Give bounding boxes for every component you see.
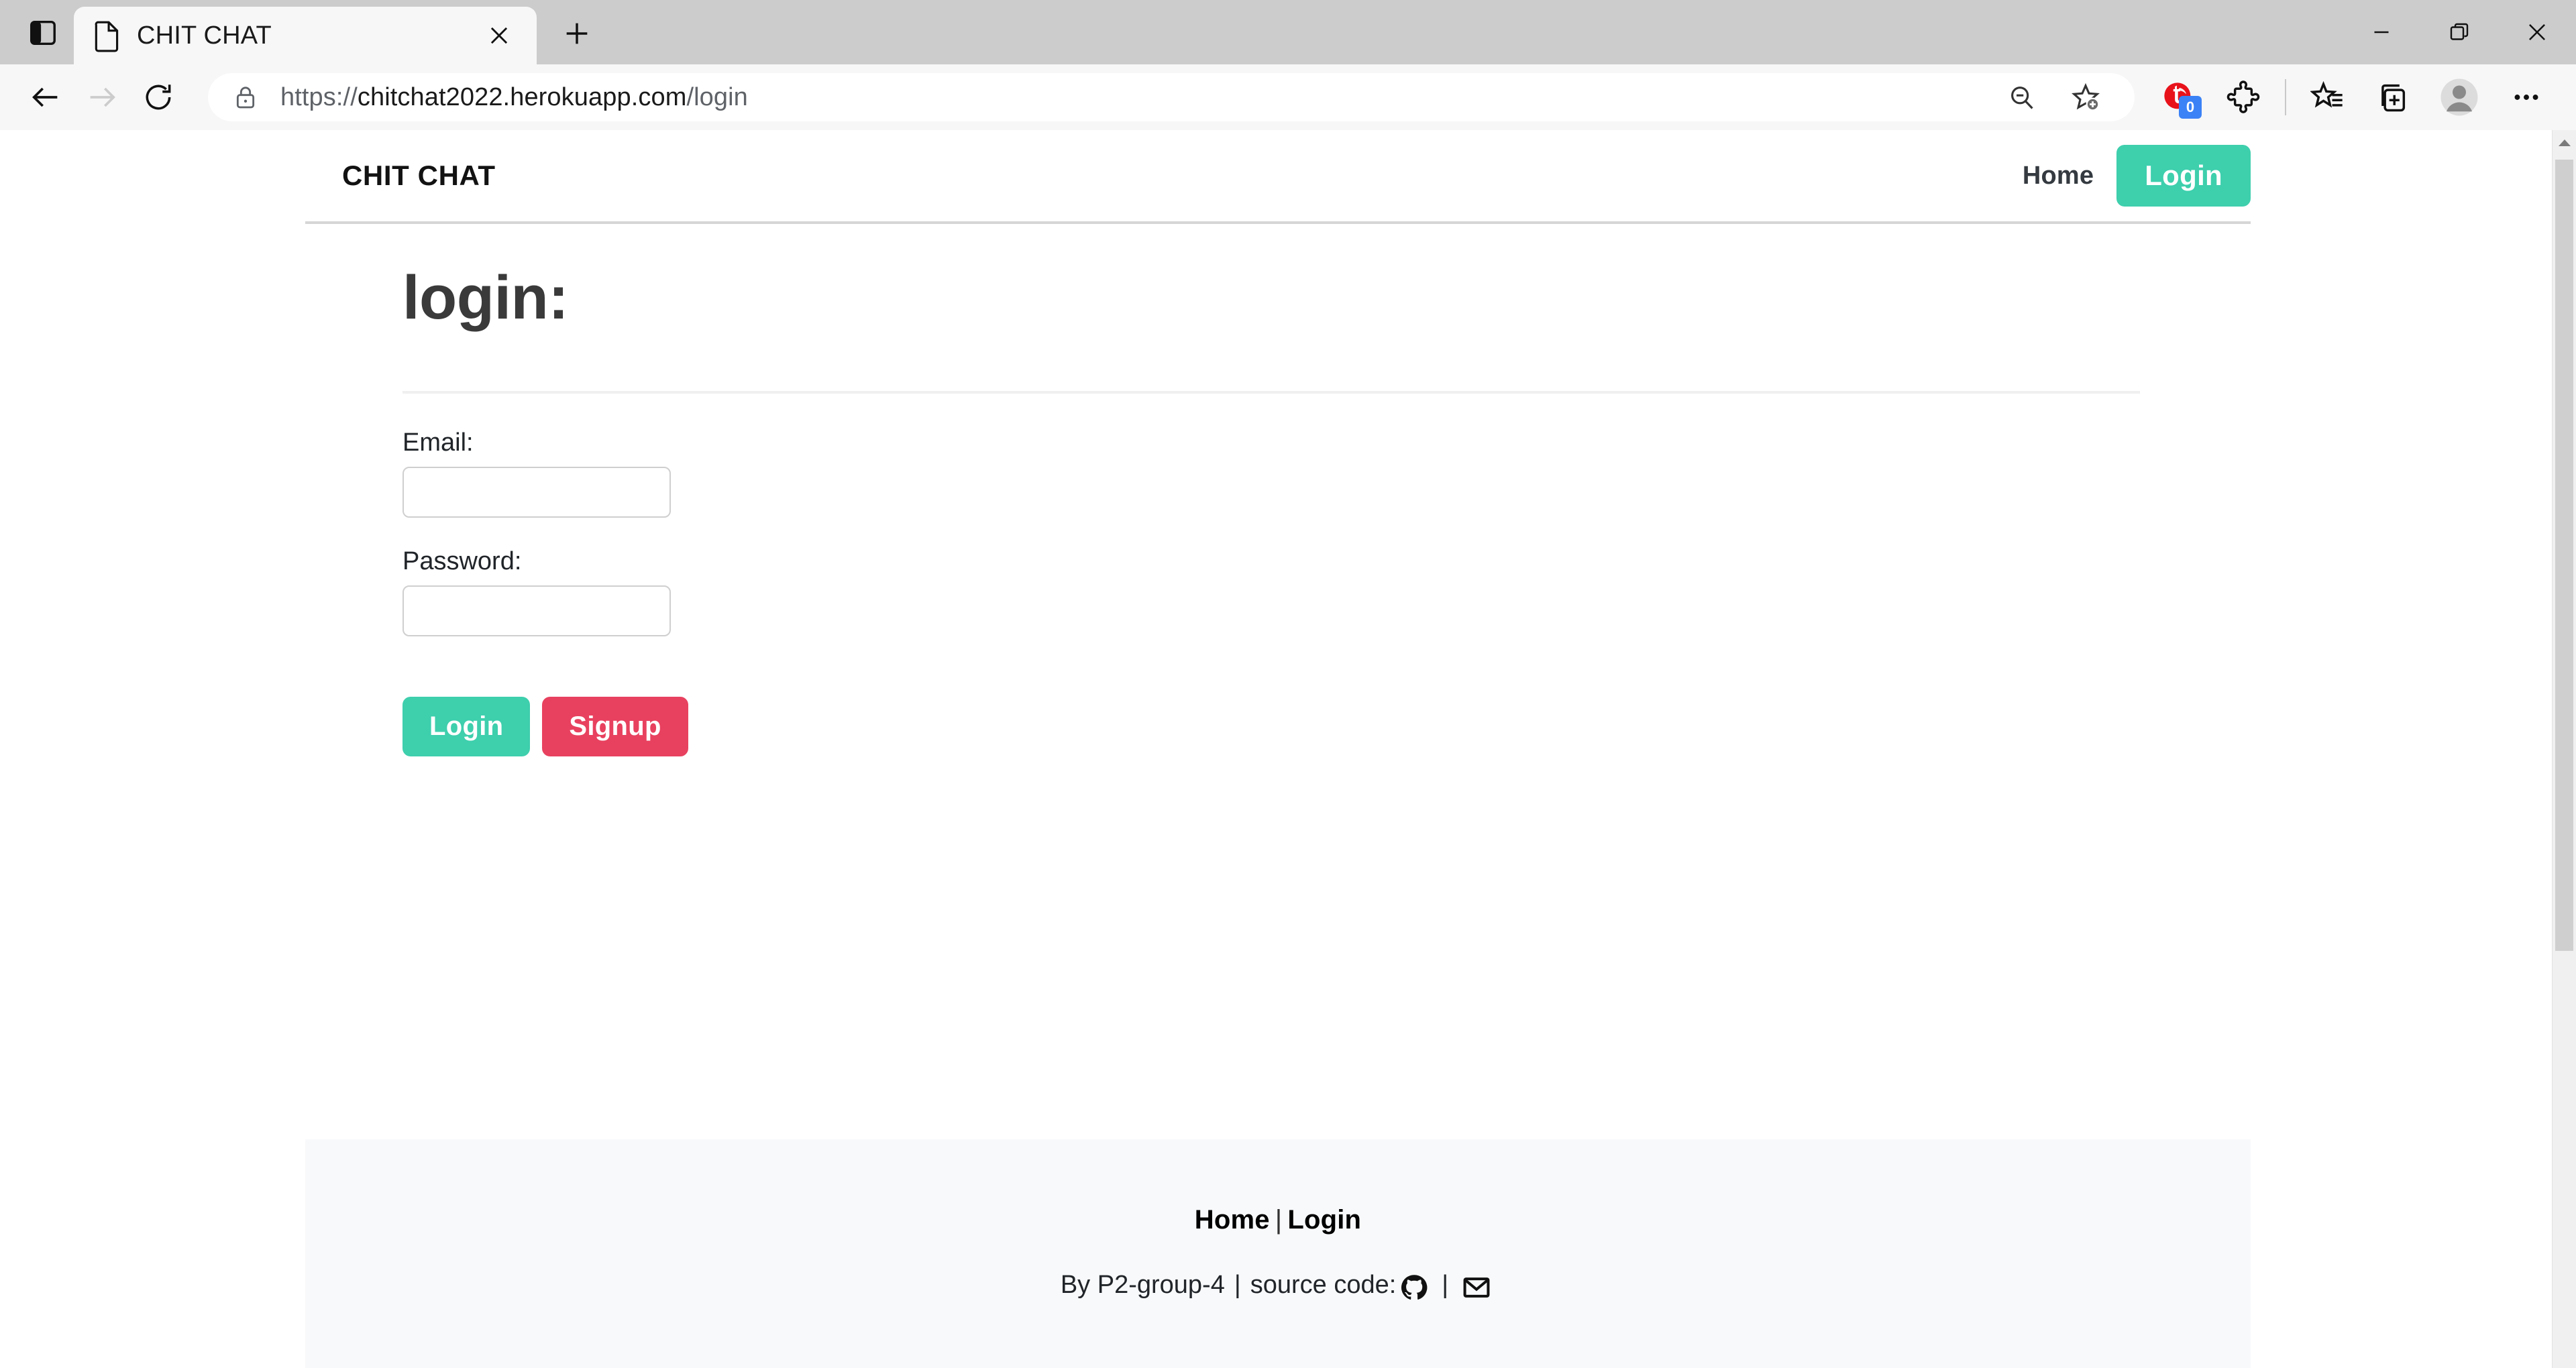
github-icon[interactable]: [1400, 1273, 1428, 1302]
refresh-icon[interactable]: [130, 69, 186, 125]
footer-credit-pipe-2: |: [1442, 1270, 1449, 1299]
tab-close-icon[interactable]: [479, 15, 519, 56]
site-navbar: CHIT CHAT Home Login: [305, 130, 2251, 224]
document-icon: [91, 19, 123, 52]
more-options-icon[interactable]: [2494, 65, 2559, 129]
restore-icon[interactable]: [2420, 0, 2498, 64]
password-input[interactable]: [402, 585, 671, 637]
window-close-icon[interactable]: [2498, 0, 2576, 64]
url-host: chitchat2022.herokuapp.com: [357, 82, 687, 111]
extension-badge-count: 0: [2179, 96, 2202, 119]
url-path: /login: [686, 82, 748, 111]
scrollbar-up-arrow-icon[interactable]: [2553, 130, 2576, 156]
scrollbar-thumb[interactable]: [2555, 160, 2573, 951]
browser-tab[interactable]: CHIT CHAT: [74, 7, 537, 64]
browser-window: CHIT CHAT https://chitchat2022.herokuapp…: [0, 0, 2576, 1368]
address-bar-url: https://chitchat2022.herokuapp.com/login: [280, 83, 1995, 112]
page-content: login: Email: Password: Login Signup: [305, 224, 2251, 757]
login-button[interactable]: Login: [402, 697, 531, 757]
tab-title: CHIT CHAT: [137, 21, 272, 50]
password-label: Password:: [402, 547, 522, 576]
back-arrow-icon[interactable]: [17, 69, 74, 125]
window-controls: [2343, 0, 2576, 64]
footer-credit: By P2-group-4 | source code: |: [305, 1270, 2251, 1300]
url-scheme: https://: [280, 82, 358, 111]
site-brand[interactable]: CHIT CHAT: [342, 160, 496, 192]
extension-red-icon[interactable]: 0: [2147, 65, 2211, 129]
email-input[interactable]: [402, 467, 671, 518]
favorite-add-icon[interactable]: [2059, 71, 2112, 123]
zoom-out-icon[interactable]: [1995, 71, 2047, 123]
toolbar-divider: [2285, 79, 2286, 115]
page-container: CHIT CHAT Home Login login: Email: Passw…: [305, 130, 2251, 757]
nav-login-button[interactable]: Login: [2116, 145, 2251, 207]
email-label: Email:: [402, 429, 474, 457]
vertical-scrollbar[interactable]: [2552, 130, 2576, 1368]
password-field-block: Password:: [402, 547, 2251, 637]
login-form: Email: Password: Login Signup: [402, 394, 2251, 757]
signup-button[interactable]: Signup: [542, 697, 688, 757]
minimize-icon[interactable]: [2343, 0, 2420, 64]
web-page: CHIT CHAT Home Login login: Email: Passw…: [0, 130, 2552, 1368]
forward-arrow-icon: [74, 69, 130, 125]
footer-links: Home | Login: [305, 1205, 2251, 1235]
address-bar[interactable]: https://chitchat2022.herokuapp.com/login: [208, 73, 2135, 121]
tab-search-icon[interactable]: [12, 8, 74, 58]
footer-link-home[interactable]: Home: [1195, 1205, 1270, 1235]
footer-link-login[interactable]: Login: [1287, 1205, 1361, 1235]
email-field-block: Email:: [402, 429, 2251, 518]
tab-strip: CHIT CHAT: [0, 0, 2576, 64]
footer-credit-author: By P2-group-4: [1060, 1270, 1225, 1299]
form-button-row: Login Signup: [402, 697, 2251, 757]
page-title: login:: [402, 264, 569, 332]
footer-credit-source-label: source code:: [1250, 1270, 1397, 1299]
profile-avatar-icon[interactable]: [2424, 65, 2494, 129]
lock-icon[interactable]: [228, 84, 263, 111]
toolbar-icon-group: 0: [2147, 65, 2559, 129]
footer-separator: |: [1275, 1205, 1283, 1235]
site-footer: Home | Login By P2-group-4 | source code: …: [305, 1139, 2251, 1368]
collections-icon[interactable]: [2360, 65, 2424, 129]
site-nav-links: Home Login: [2023, 145, 2251, 207]
browser-toolbar: https://chitchat2022.herokuapp.com/login: [0, 64, 2576, 130]
new-tab-button[interactable]: [551, 8, 602, 59]
page-viewport: CHIT CHAT Home Login login: Email: Passw…: [0, 130, 2576, 1368]
envelope-icon[interactable]: [1462, 1273, 1491, 1302]
nav-link-home[interactable]: Home: [2023, 162, 2094, 190]
favorites-list-icon[interactable]: [2296, 65, 2360, 129]
puzzle-piece-icon[interactable]: [2211, 65, 2275, 129]
footer-credit-pipe: |: [1234, 1270, 1241, 1299]
